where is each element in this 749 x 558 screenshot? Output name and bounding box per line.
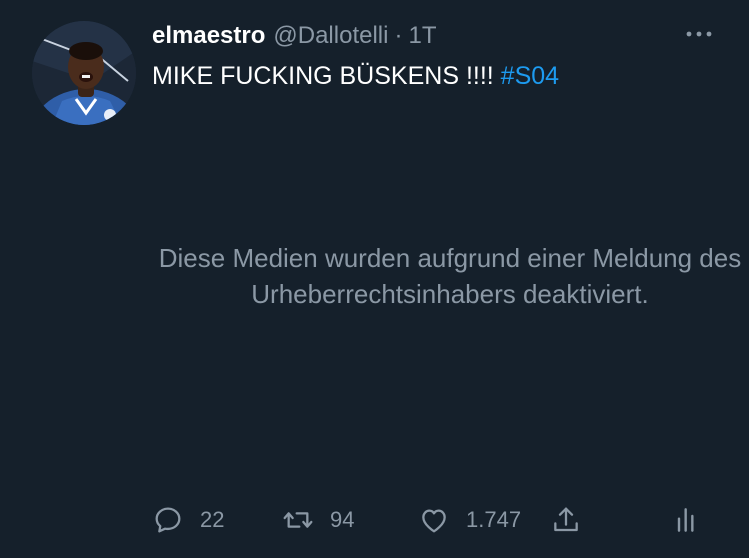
tweet-text: MIKE FUCKING BÜSKENS !!!! #S04 <box>152 60 559 92</box>
display-name[interactable]: elmaestro <box>152 22 265 50</box>
share-button[interactable] <box>550 502 582 538</box>
more-dots-icon <box>686 31 712 37</box>
reply-button[interactable]: 22 <box>152 502 224 538</box>
tweet-actions: 22 94 1.747 <box>0 502 749 538</box>
media-withheld-message: Diese Medien wurden aufgrund einer Meldu… <box>158 243 742 309</box>
tweet-header: elmaestro @Dallotelli · 1T <box>152 22 436 52</box>
share-icon <box>554 507 578 532</box>
avatar[interactable] <box>32 21 136 125</box>
withheld-media <box>152 132 712 492</box>
analytics-button[interactable] <box>671 502 703 538</box>
heart-icon <box>422 509 446 533</box>
avatar-photo-icon <box>32 21 136 125</box>
tweet: elmaestro @Dallotelli · 1T MIKE FUCKING … <box>0 0 749 558</box>
hashtag-link[interactable]: #S04 <box>501 62 559 90</box>
analytics-icon <box>677 508 694 532</box>
like-count: 1.747 <box>466 507 522 532</box>
retweet-icon <box>283 512 313 528</box>
timestamp[interactable]: 1T <box>408 22 436 50</box>
reply-icon <box>155 507 181 533</box>
like-button[interactable]: 1.747 <box>418 502 521 538</box>
user-handle[interactable]: @Dallotelli <box>273 22 388 50</box>
tweet-text-body: MIKE FUCKING BÜSKENS !!!! <box>152 62 501 90</box>
retweet-count: 94 <box>330 507 355 532</box>
separator-dot: · <box>394 22 403 49</box>
retweet-button[interactable]: 94 <box>282 502 354 538</box>
reply-count: 22 <box>200 507 225 532</box>
more-options-button[interactable] <box>683 22 715 46</box>
